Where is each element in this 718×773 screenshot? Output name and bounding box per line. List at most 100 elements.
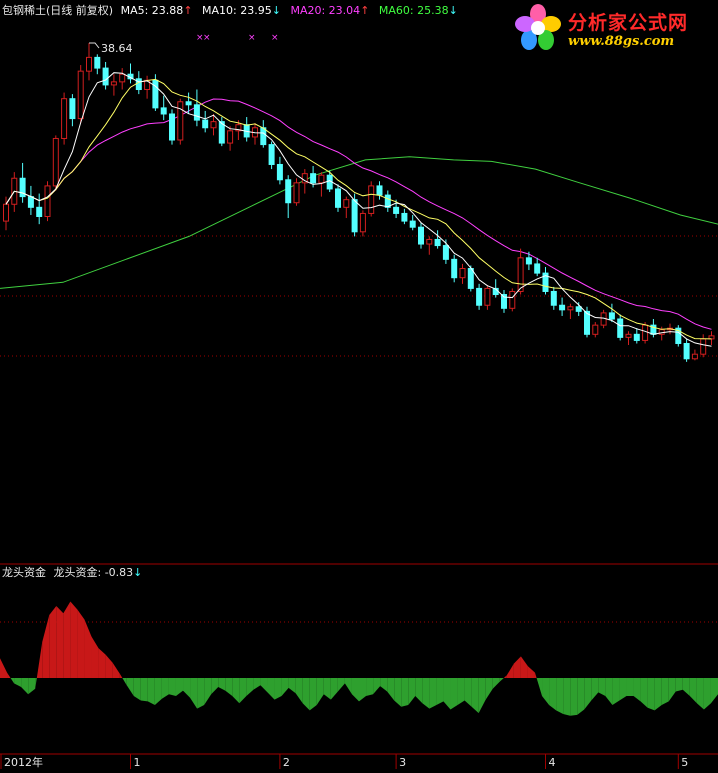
indicator-bar xyxy=(373,678,381,695)
indicator-bar xyxy=(503,675,507,678)
candle-body xyxy=(633,333,640,341)
candle-body xyxy=(227,130,234,144)
indicator-bar xyxy=(443,678,451,710)
indicator-bar xyxy=(640,678,648,708)
indicator-bar xyxy=(267,678,275,700)
candle-body xyxy=(359,212,366,233)
candle-body xyxy=(202,119,209,129)
candle-body xyxy=(517,257,524,292)
candle-body xyxy=(700,338,707,355)
down-arrow-icon: ↓ xyxy=(133,566,143,579)
indicator-bar xyxy=(344,678,352,695)
candle-body xyxy=(368,185,375,214)
candle-body xyxy=(451,258,458,279)
indicator-bar xyxy=(661,678,669,705)
candle-body xyxy=(509,290,516,309)
indicator-bar xyxy=(133,678,141,701)
indicator-bar xyxy=(49,606,57,678)
candle-body xyxy=(343,199,350,208)
indicator-bar xyxy=(647,678,655,711)
indicator-bar xyxy=(351,678,359,702)
indicator-bar xyxy=(337,678,345,692)
indicator-bar xyxy=(253,678,261,690)
indicator-bar xyxy=(478,678,486,714)
candle-body xyxy=(119,73,126,83)
candle-body xyxy=(69,98,76,120)
indicator-bar xyxy=(183,678,191,698)
indicator-bar xyxy=(499,678,504,682)
indicator-bar xyxy=(211,678,219,695)
indicator-bar xyxy=(35,678,37,689)
indicator-bar xyxy=(612,678,620,705)
candle-body xyxy=(210,121,217,129)
indicator-bar xyxy=(471,678,479,714)
indicator-bar xyxy=(408,678,416,705)
indicator-bar xyxy=(682,678,690,696)
indicator-bar xyxy=(239,678,247,704)
candle-body xyxy=(293,182,300,204)
indicator-bar xyxy=(91,636,99,678)
flower-logo-icon xyxy=(515,4,561,50)
candle-body xyxy=(135,78,142,91)
indicator-bar xyxy=(232,678,240,704)
indicator-bar xyxy=(0,658,8,678)
indicator-bar xyxy=(84,619,92,678)
indicator-bar xyxy=(654,678,662,711)
candle-body xyxy=(169,113,175,141)
indicator-value: 龙头资金: -0.83 xyxy=(53,566,134,579)
indicator-bar xyxy=(710,678,718,704)
indicator-bar xyxy=(387,678,395,701)
indicator-bar xyxy=(122,678,127,686)
indicator-bar xyxy=(260,678,268,693)
indicator-bar xyxy=(281,678,289,696)
signal-marker: × xyxy=(248,33,256,43)
down-arrow-icon: ↓ xyxy=(271,4,281,17)
indicator-header: 龙头资金 龙头资金: -0.83↓ xyxy=(2,566,142,580)
indicator-bar xyxy=(14,678,22,687)
candle-body xyxy=(61,98,68,139)
indicator-bar xyxy=(161,678,169,699)
indicator-bar xyxy=(570,678,578,716)
indicator-area xyxy=(0,601,718,716)
candle-body xyxy=(102,67,109,86)
x-tick-label: 1 xyxy=(134,756,141,769)
indicator-bar xyxy=(429,678,437,709)
candle-body xyxy=(426,238,433,245)
indicator-bar xyxy=(119,673,123,678)
candle-body xyxy=(310,173,317,184)
indicator-bar xyxy=(28,678,36,695)
down-arrow-icon: ↓ xyxy=(448,4,458,17)
candlesticks xyxy=(3,43,715,362)
ma5-legend: MA5: 23.88↑ xyxy=(120,4,193,17)
indicator-bar xyxy=(520,656,528,678)
candle-body xyxy=(525,257,532,265)
candle-body xyxy=(534,263,541,274)
candle-body xyxy=(185,101,192,106)
indicator-bar xyxy=(225,678,233,696)
candle-body xyxy=(467,268,474,289)
indicator-bar xyxy=(703,678,711,710)
indicator-bar xyxy=(63,601,71,678)
ma10-line xyxy=(5,78,712,340)
ma20-series xyxy=(5,98,712,330)
indicator-bar xyxy=(366,678,374,696)
candle-body xyxy=(608,312,615,320)
indicator-bar xyxy=(126,678,134,696)
indicator-bar xyxy=(633,678,641,702)
indicator-bar xyxy=(218,678,226,691)
ma10-series xyxy=(5,78,712,340)
candle-body xyxy=(550,290,557,306)
signal-markers: 38.64× × × × xyxy=(89,33,279,55)
grid-lines xyxy=(0,235,718,623)
indicator-bar xyxy=(274,678,282,700)
indicator-bar xyxy=(112,662,120,678)
indicator-bar xyxy=(190,678,198,709)
indicator-bar xyxy=(330,678,338,700)
indicator-bar xyxy=(675,678,683,692)
candle-body xyxy=(691,353,698,360)
candle-body xyxy=(418,226,424,245)
indicator-bar xyxy=(534,672,537,678)
chart-header: 包钢稀土(日线 前复权) MA5: 23.88↑ MA10: 23.95↓ MA… xyxy=(2,4,458,18)
indicator-bar xyxy=(450,678,458,710)
high-pointer xyxy=(89,42,100,49)
